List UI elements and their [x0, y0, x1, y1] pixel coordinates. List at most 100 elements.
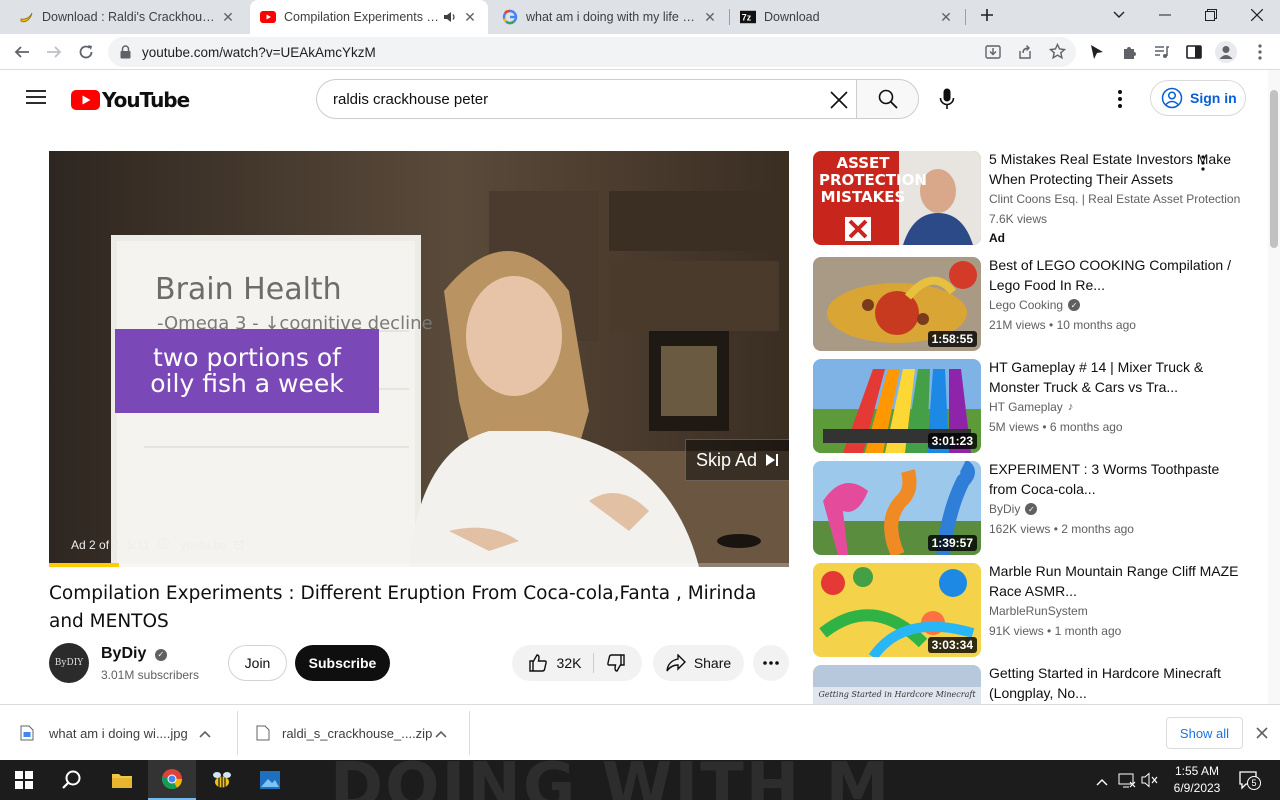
more-actions-button[interactable] [753, 645, 789, 681]
notifications-icon[interactable]: 5 [1238, 770, 1261, 795]
recommendation-title[interactable]: Marble Run Mountain Range Cliff MAZE Rac… [989, 561, 1239, 601]
recommendation-channel[interactable]: MarbleRunSystem [989, 604, 1088, 618]
recommendation-channel[interactable]: HT Gameplay ♪ [989, 400, 1073, 414]
download-item[interactable]: what am i doing wi....jpg [20, 705, 230, 761]
search-icon[interactable] [48, 760, 96, 800]
info-icon[interactable] [157, 538, 169, 552]
recommendation-item-ad[interactable]: ASSET PROTECTION MISTAKES 5 Mistakes Rea… [813, 151, 1253, 245]
windows-start-icon[interactable] [0, 760, 48, 800]
tab-compilation-experiments[interactable]: Compilation Experiments : D ✕ [250, 0, 488, 34]
share-button[interactable]: Share [653, 645, 744, 681]
page-scrollbar[interactable] [1268, 70, 1280, 704]
recommendation-title[interactable]: EXPERIMENT : 3 Worms Toothpaste from Coc… [989, 459, 1239, 499]
youtube-logo[interactable]: YouTube [71, 88, 190, 112]
channel-name[interactable]: ByDiy ✓ [101, 645, 167, 663]
tab-search-chevron-icon[interactable] [1096, 0, 1142, 30]
youtube-logo-icon [71, 90, 100, 110]
recommendation-channel[interactable]: ByDiy ✓ [989, 502, 1038, 516]
side-panel-icon[interactable] [1182, 40, 1206, 64]
recommendation-item[interactable]: 3:01:23 HT Gameplay # 14 | Mixer Truck &… [813, 359, 1253, 453]
chevron-up-icon[interactable] [199, 726, 211, 741]
settings-more-icon[interactable] [1118, 90, 1122, 113]
thumbnail[interactable]: ASSET PROTECTION MISTAKES [813, 151, 981, 245]
recommendation-title[interactable]: Getting Started in Hardcore Minecraft (L… [989, 665, 1239, 703]
forward-arrow-icon[interactable] [42, 40, 66, 64]
photos-app-icon[interactable] [246, 760, 294, 800]
like-button[interactable]: 32K [528, 653, 595, 673]
close-icon[interactable]: ✕ [702, 9, 718, 25]
reload-icon[interactable] [74, 40, 98, 64]
chrome-taskbar-icon[interactable] [148, 760, 196, 800]
close-icon[interactable]: ✕ [938, 9, 954, 25]
share-page-icon[interactable] [1017, 44, 1033, 65]
speaker-icon[interactable] [442, 9, 458, 25]
chrome-menu-icon[interactable] [1248, 40, 1272, 64]
sign-in-button[interactable]: Sign in [1150, 80, 1246, 116]
show-all-downloads-button[interactable]: Show all [1166, 717, 1243, 749]
thumbnail[interactable]: 1:39:57 [813, 461, 981, 555]
volume-muted-icon[interactable] [1141, 772, 1159, 793]
recommendation-channel[interactable]: Lego Cooking ✓ [989, 298, 1081, 312]
search-button[interactable] [856, 79, 919, 119]
hamburger-menu-icon[interactable] [26, 89, 46, 110]
recommendation-stats: 21M views • 10 months ago [989, 318, 1136, 332]
channel-avatar[interactable]: ByDIY [49, 643, 89, 683]
zip-file-icon [256, 725, 270, 741]
skip-ad-button[interactable]: Skip Ad [685, 439, 789, 481]
restore-icon[interactable] [1188, 0, 1234, 30]
install-app-icon[interactable] [985, 44, 1001, 65]
video-player[interactable]: Brain Health -Omega 3 - ↓cognitive decli… [49, 151, 789, 567]
video-duration: 3:03:34 [927, 637, 977, 653]
close-icon[interactable]: ✕ [220, 9, 236, 25]
recommendation-item[interactable]: 1:39:57 EXPERIMENT : 3 Worms Toothpaste … [813, 461, 1253, 555]
tab-google-search[interactable]: what am i doing with my life mem ✕ [492, 0, 728, 34]
download-item[interactable]: raldi_s_crackhouse_....zip [256, 705, 456, 761]
scrollbar-thumb[interactable] [1270, 90, 1278, 248]
thumbnail[interactable]: 3:03:34 [813, 563, 981, 657]
cursor-extension-icon[interactable] [1085, 40, 1109, 64]
recommendation-item[interactable]: Getting Started in Hardcore Minecraft Ge… [813, 665, 1253, 704]
recommendation-item[interactable]: 1:58:55 Best of LEGO COOKING Compilation… [813, 257, 1253, 351]
bookmark-star-icon[interactable] [1048, 42, 1067, 65]
ad-time: 5:11 [127, 538, 150, 552]
media-controls-icon[interactable] [1150, 40, 1174, 64]
channel-name-text: ByDiy [101, 645, 147, 662]
thumbnail[interactable]: 1:58:55 [813, 257, 981, 351]
address-bar[interactable]: youtube.com/watch?v=UEAkAmcYkzM [108, 37, 1076, 67]
recommendation-channel[interactable]: Clint Coons Esq. | Real Estate Asset Pro… [989, 192, 1240, 206]
window-close-icon[interactable] [1234, 0, 1280, 30]
thumbnail[interactable]: 3:01:23 [813, 359, 981, 453]
ad-progress-bar[interactable] [49, 563, 789, 567]
chevron-up-icon[interactable] [435, 726, 447, 741]
tab-raldis-download[interactable]: Download : Raldi's Crackhouse [B ✕ [8, 0, 246, 34]
recommendation-title[interactable]: Best of LEGO COOKING Compilation / Lego … [989, 255, 1239, 295]
profile-avatar-icon[interactable] [1214, 40, 1238, 64]
dislike-button[interactable] [594, 653, 626, 673]
file-explorer-icon[interactable] [98, 760, 146, 800]
taskbar-clock[interactable]: 1:55 AM 6/9/2023 [1162, 763, 1232, 797]
network-icon[interactable] [1118, 772, 1136, 793]
view-count: 21M views [989, 318, 1046, 332]
tab-download[interactable]: 7z Download ✕ [730, 0, 964, 34]
bee-app-icon[interactable] [198, 760, 246, 800]
url-text: youtube.com/watch?v=UEAkAmcYkzM [142, 45, 376, 60]
ad-domain-link[interactable]: youtu.be [181, 538, 227, 552]
close-download-bar-icon[interactable] [1256, 726, 1268, 744]
minimize-icon[interactable] [1142, 0, 1188, 30]
lock-icon[interactable] [120, 45, 131, 64]
close-icon[interactable]: ✕ [462, 9, 478, 25]
recommendation-title[interactable]: HT Gameplay # 14 | Mixer Truck & Monster… [989, 357, 1239, 397]
clear-search-icon[interactable] [830, 91, 848, 114]
channel-name-text: HT Gameplay [989, 400, 1063, 414]
extensions-puzzle-icon[interactable] [1118, 40, 1142, 64]
back-arrow-icon[interactable] [10, 40, 34, 64]
new-tab-plus-icon[interactable] [974, 0, 1000, 30]
recommendation-item[interactable]: 3:03:34 Marble Run Mountain Range Cliff … [813, 563, 1253, 657]
voice-search-microphone-icon[interactable] [939, 88, 955, 115]
thumbnail[interactable]: Getting Started in Hardcore Minecraft [813, 665, 981, 704]
item-menu-icon[interactable] [1201, 155, 1205, 176]
search-input[interactable]: raldis crackhouse peter [316, 79, 857, 119]
system-tray-chevron-icon[interactable] [1096, 773, 1108, 791]
subscribe-button[interactable]: Subscribe [295, 645, 390, 681]
join-button[interactable]: Join [228, 645, 287, 681]
